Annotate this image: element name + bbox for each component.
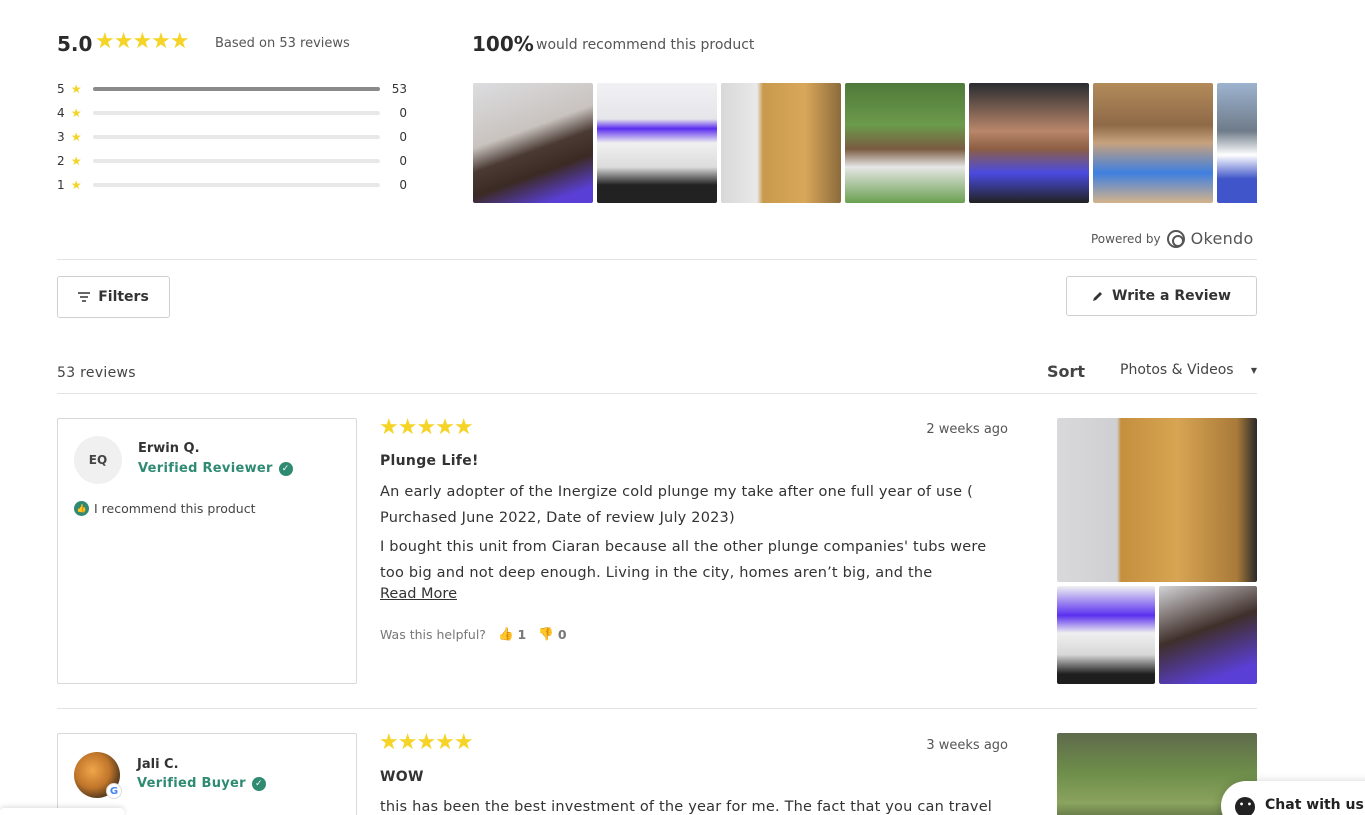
media-thumbnail[interactable] (597, 83, 717, 203)
rating-row-4[interactable]: 4 ★ 0 (57, 106, 417, 120)
divider (57, 259, 1257, 260)
caret-down-icon: ▼ (1250, 365, 1257, 375)
average-rating: 5.0 (57, 32, 93, 56)
rating-row-count: 0 (399, 178, 407, 192)
thumbs-up-icon: 👍 (497, 626, 514, 641)
avatar: EQ (74, 436, 122, 484)
rating-row-stars: 2 (57, 154, 65, 168)
check-icon: ✓ (278, 461, 293, 476)
rating-row-count: 0 (399, 130, 407, 144)
rating-bar (93, 87, 380, 91)
vote-up-button[interactable]: 👍 1 (498, 626, 526, 642)
thumbs-down-icon: 👎 (538, 626, 554, 641)
rating-row-5[interactable]: 5 ★ 53 (57, 82, 417, 96)
rating-row-stars: 1 (57, 178, 65, 192)
review-body-paragraph: this has been the best investment of the… (380, 799, 993, 815)
review-media-image[interactable] (1057, 418, 1257, 582)
review-media-image[interactable] (1159, 586, 1257, 684)
media-thumbnail[interactable] (721, 83, 841, 203)
sort-select[interactable]: Photos & Videos ▼ (1120, 362, 1257, 378)
rating-bar (93, 135, 380, 139)
review-body-paragraph: An early adopter of the Inergize cold pl… (380, 484, 973, 526)
rating-bar (93, 183, 380, 187)
recommend-label: I recommend this product (94, 501, 256, 516)
thumbs-up-icon: 👍 (74, 501, 89, 516)
media-thumbnail[interactable] (845, 83, 965, 203)
okendo-logo-icon (1166, 229, 1185, 248)
star-icon: ★ (67, 106, 82, 120)
media-thumbnail[interactable] (1093, 83, 1213, 203)
write-review-button[interactable]: Write a Review (1066, 276, 1257, 316)
rating-bar (93, 111, 380, 115)
filter-icon (78, 292, 91, 302)
review-media-image[interactable] (1057, 586, 1155, 684)
star-icon: ★ (67, 154, 82, 168)
read-more-link[interactable]: Read More (380, 586, 457, 602)
rating-row-stars: 3 (57, 130, 65, 144)
chat-icon (1235, 797, 1255, 815)
sort-value: Photos & Videos (1120, 362, 1234, 378)
helpful-votes: Was this helpful? 👍 1 👎 0 (380, 626, 567, 642)
recommend-text: would recommend this product (536, 37, 755, 53)
review-stars-icon: ★★★★★ (379, 415, 474, 440)
rating-row-count: 0 (399, 154, 407, 168)
author-card: EQ Erwin Q. Verified Reviewer ✓ 👍 I reco… (57, 418, 357, 684)
verified-label: Verified Buyer (137, 776, 246, 791)
based-on-text: Based on 53 reviews (215, 36, 350, 51)
star-icon: ★ (67, 130, 82, 144)
write-review-label: Write a Review (1112, 288, 1231, 304)
review-body-paragraph: I bought this unit from Ciaran because a… (380, 539, 987, 581)
rating-bar-fill (93, 87, 380, 91)
recommend-statement: 👍 I recommend this product (74, 501, 255, 516)
verified-badge: Verified Buyer ✓ (137, 776, 266, 791)
review-date: 2 weeks ago (926, 422, 1008, 437)
average-stars-icon: ★★★★★ (95, 29, 190, 54)
filters-button[interactable]: Filters (57, 276, 170, 318)
rating-row-count: 0 (399, 106, 407, 120)
verified-label: Verified Reviewer (138, 461, 273, 476)
rating-row-2[interactable]: 2 ★ 0 (57, 154, 417, 168)
bottom-widget-tab[interactable] (0, 808, 124, 815)
check-icon: ✓ (251, 776, 266, 791)
star-icon: ★ (67, 178, 82, 192)
author-name: Erwin Q. (138, 441, 200, 456)
rating-row-count: 53 (391, 82, 407, 96)
media-thumbnail[interactable] (1217, 83, 1257, 203)
recommend-percentage: 100% (472, 32, 534, 56)
review-date: 3 weeks ago (926, 738, 1008, 753)
helpful-label: Was this helpful? (380, 626, 486, 642)
review-title: WOW (380, 769, 424, 785)
divider (57, 708, 1257, 709)
vote-down-count: 0 (557, 626, 567, 642)
verified-badge: Verified Reviewer ✓ (138, 461, 293, 476)
divider (57, 393, 1257, 394)
vote-down-button[interactable]: 👎 0 (538, 626, 566, 642)
review-count: 53 reviews (57, 365, 136, 381)
media-thumbnail[interactable] (969, 83, 1089, 203)
rating-row-stars: 4 (57, 106, 65, 120)
google-icon: G (106, 783, 122, 799)
powered-by[interactable]: Powered by Okendo (1091, 229, 1254, 248)
powered-by-label: Powered by (1091, 231, 1161, 246)
filters-label: Filters (98, 289, 149, 305)
author-name: Jali C. (137, 757, 179, 772)
media-carousel[interactable] (473, 83, 1257, 203)
chat-button[interactable]: Chat with us (1221, 781, 1365, 815)
star-icon: ★ (67, 82, 82, 96)
sort-label: Sort (1047, 362, 1086, 381)
okendo-brand: Okendo (1190, 229, 1254, 248)
media-thumbnail[interactable] (473, 83, 593, 203)
rating-row-3[interactable]: 3 ★ 0 (57, 130, 417, 144)
rating-bar (93, 159, 380, 163)
review-title: Plunge Life! (380, 453, 479, 469)
chat-label: Chat with us (1265, 797, 1364, 813)
rating-row-1[interactable]: 1 ★ 0 (57, 178, 417, 192)
vote-up-count: 1 (517, 626, 527, 642)
pencil-icon (1093, 292, 1103, 301)
rating-row-stars: 5 (57, 82, 65, 96)
review-stars-icon: ★★★★★ (379, 730, 474, 755)
